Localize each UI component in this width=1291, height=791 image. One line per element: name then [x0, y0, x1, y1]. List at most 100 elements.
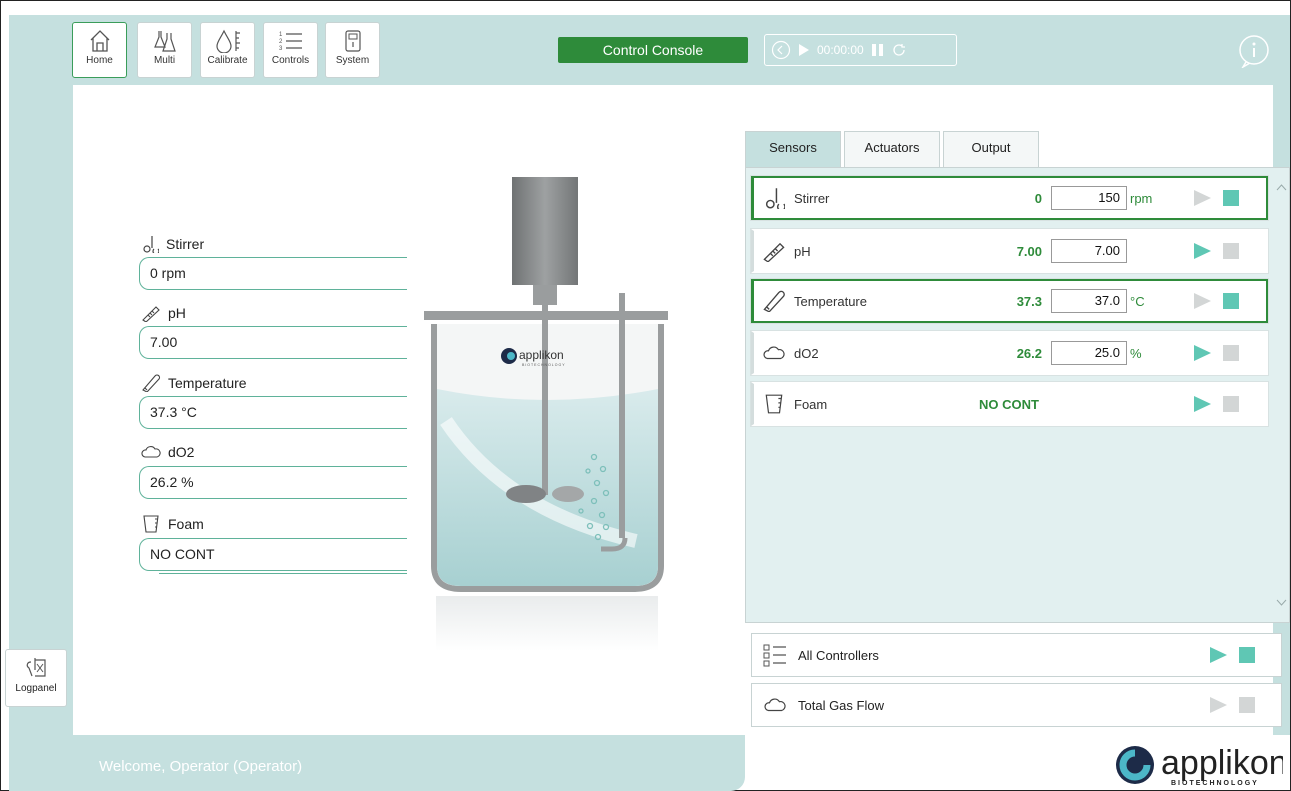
sensor-actual-value: 37.3	[1016, 293, 1042, 309]
home-icon	[90, 30, 109, 52]
nav-controls-button[interactable]: 1 2 3 Controls	[263, 22, 318, 78]
setpoint-input[interactable]: 25.0	[1051, 341, 1127, 365]
readout-temperature-name: Temperature	[168, 375, 247, 391]
brand-sub: BIOTECHNOLOGY	[1171, 780, 1259, 787]
setpoint-input[interactable]: 37.0	[1051, 289, 1127, 313]
readout-foam-name: Foam	[168, 516, 204, 532]
readout-foam-value: NO CONT	[139, 538, 407, 571]
stop-gas-button[interactable]	[1239, 697, 1255, 713]
readout-ph-value: 7.00	[139, 326, 407, 359]
info-icon[interactable]	[1237, 34, 1271, 71]
start-button[interactable]	[1194, 293, 1211, 309]
start-all-button[interactable]	[1210, 647, 1227, 663]
all-controllers-row[interactable]: All Controllers	[751, 633, 1282, 677]
setpoint-input[interactable]: 7.00	[1051, 239, 1127, 263]
sensor-row-do2[interactable]: dO2 26.2 25.0 %	[751, 331, 1268, 375]
start-button[interactable]	[1194, 345, 1211, 361]
motor-block	[512, 177, 578, 285]
sensor-name: Temperature	[794, 293, 867, 309]
ph-probe-icon	[142, 306, 160, 322]
numbered-list-icon: 1 2 3	[279, 32, 302, 52]
sensor-name: pH	[794, 243, 811, 259]
rewind-icon[interactable]	[771, 40, 791, 60]
nav-system-button[interactable]: System	[325, 22, 380, 78]
readout-connector	[159, 573, 407, 574]
sensors-scrollbar[interactable]	[1273, 171, 1290, 621]
stirrer-icon	[143, 236, 159, 253]
sensor-row-ph[interactable]: pH 7.00 7.00	[751, 229, 1268, 273]
nav-calibrate-button[interactable]: Calibrate	[200, 22, 255, 78]
elapsed-time: 00:00:00	[817, 43, 864, 57]
nav-multi-button[interactable]: Multi	[137, 22, 192, 78]
sensor-name: Stirrer	[794, 190, 830, 206]
readout-do2-name: dO2	[168, 444, 195, 460]
tab-actuators[interactable]: Actuators	[844, 131, 940, 167]
stop-all-button[interactable]	[1239, 647, 1255, 663]
ph-probe-icon	[763, 242, 785, 262]
refresh-icon[interactable]	[892, 43, 906, 57]
logpanel-label: Logpanel	[15, 683, 57, 694]
nav-home-button[interactable]: Home	[72, 22, 127, 78]
sensor-row-stirrer[interactable]: Stirrer 0 150 rpm	[751, 176, 1268, 220]
nav-controls-label: Controls	[271, 55, 310, 66]
readout-label-temperature: Temperature	[141, 374, 247, 392]
svg-text:1: 1	[279, 32, 283, 38]
nav-home-label: Home	[86, 55, 113, 66]
pause-icon[interactable]	[871, 43, 885, 57]
tab-output[interactable]: Output	[943, 131, 1039, 167]
cloud-icon	[141, 446, 161, 458]
readout-stirrer-name: Stirrer	[166, 236, 205, 252]
system-device-icon	[344, 30, 361, 52]
sensor-actual-value: NO CONT	[979, 396, 1039, 412]
sensor-unit: °C	[1130, 293, 1145, 309]
left-bar	[9, 15, 73, 737]
sensor-row-temperature[interactable]: Temperature 37.3 37.0 °C	[751, 279, 1268, 323]
welcome-text: Welcome, Operator (Operator)	[99, 758, 303, 775]
all-controllers-label: All Controllers	[798, 647, 879, 663]
nav-calibrate-label: Calibrate	[207, 55, 248, 66]
sensor-name: dO2	[794, 345, 819, 361]
start-button[interactable]	[1194, 396, 1211, 412]
bioreactor-vessel-illustration: applikon BIOTECHNOLOGY	[424, 177, 668, 651]
sensor-row-foam[interactable]: Foam NO CONT	[751, 382, 1268, 426]
readout-label-do2: dO2	[141, 444, 194, 460]
brand-name: applikon	[1161, 744, 1283, 782]
readout-ph-name: pH	[168, 305, 186, 321]
stop-button[interactable]	[1223, 396, 1239, 412]
sensor-actual-value: 26.2	[1016, 345, 1042, 361]
stop-button[interactable]	[1223, 190, 1239, 206]
svg-text:3: 3	[279, 46, 283, 52]
thermometer-icon	[142, 374, 161, 392]
calibrate-drop-icon	[215, 29, 240, 53]
sensor-unit: %	[1130, 345, 1142, 361]
stop-button[interactable]	[1223, 243, 1239, 259]
sensor-actual-value: 0	[1034, 190, 1042, 206]
stop-button[interactable]	[1223, 293, 1239, 309]
play-icon[interactable]	[798, 43, 810, 57]
sensor-unit: rpm	[1130, 190, 1153, 206]
cloud-icon	[764, 698, 786, 712]
setpoint-input[interactable]: 150	[1051, 186, 1127, 210]
nav-system-label: System	[335, 55, 370, 66]
app-window: Home Multi Calibrate 1 2 3 Controls Syst…	[0, 0, 1291, 791]
vessel-brand-text: applikon	[519, 348, 564, 362]
tab-sensors[interactable]: Sensors	[745, 131, 841, 167]
checklist-icon	[763, 644, 786, 667]
vessel-brand-sub: BIOTECHNOLOGY	[522, 363, 566, 367]
readout-label-stirrer: Stirrer	[141, 235, 204, 253]
svg-text:2: 2	[279, 39, 283, 45]
beaker-icon	[143, 515, 159, 533]
start-button[interactable]	[1194, 190, 1211, 206]
nav-multi-label: Multi	[153, 55, 176, 66]
total-gas-flow-label: Total Gas Flow	[798, 697, 884, 713]
readout-stirrer-value: 0 rpm	[139, 257, 407, 290]
stop-button[interactable]	[1223, 345, 1239, 361]
control-console-button[interactable]: Control Console	[558, 37, 748, 63]
readout-temperature-value: 37.3 °C	[139, 396, 407, 429]
logpanel-button[interactable]: Logpanel	[5, 649, 67, 707]
start-gas-button[interactable]	[1210, 697, 1227, 713]
total-gas-flow-row[interactable]: Total Gas Flow	[751, 683, 1282, 727]
readout-label-foam: Foam	[141, 514, 204, 534]
start-button[interactable]	[1194, 243, 1211, 259]
sensor-actual-value: 7.00	[1016, 243, 1042, 259]
